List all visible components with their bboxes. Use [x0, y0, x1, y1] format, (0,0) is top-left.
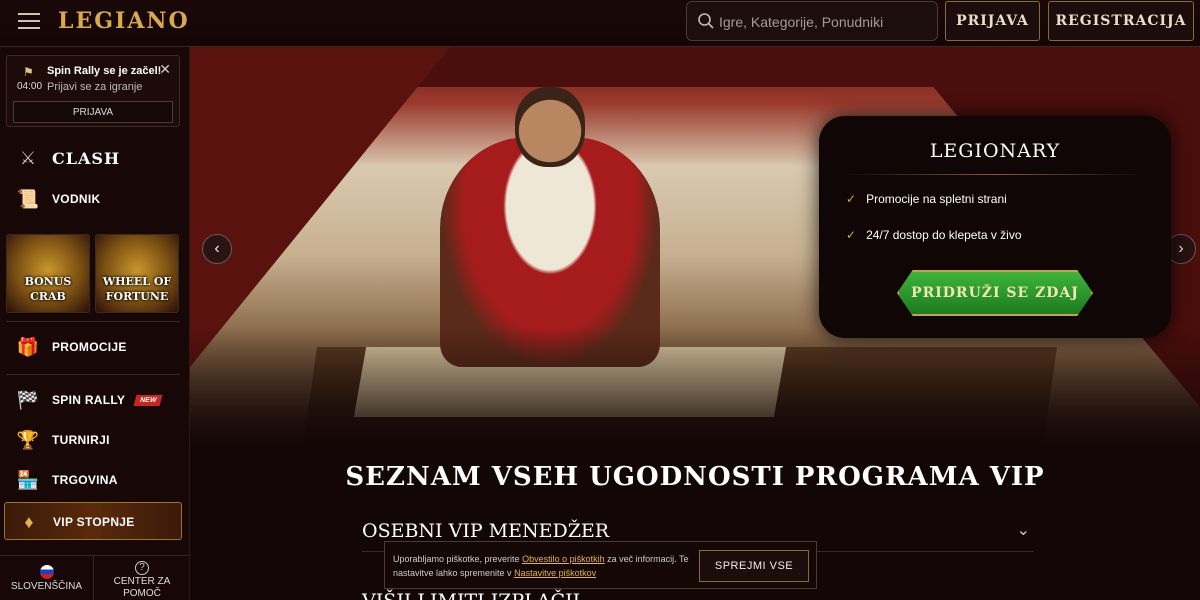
language-selector[interactable]: SLOVENŠČINA: [0, 556, 93, 600]
help-center-link[interactable]: ? CENTER ZA POMOČ: [93, 556, 190, 600]
notification-login-button[interactable]: PRIJAVA: [13, 101, 173, 123]
diamond-icon: ♦: [24, 511, 34, 532]
search-icon: [698, 13, 714, 29]
question-icon: ?: [135, 561, 149, 575]
notification-timer: 04:00: [17, 81, 43, 92]
chevron-right-icon: ›: [1178, 240, 1184, 257]
promo-feature: ✓ Promocije na spletni strani: [846, 192, 1007, 206]
top-header: LEGIANO PRIJAVA REGISTRACIJA: [0, 0, 1200, 47]
accordion-title: VIŠJI LIMITI IZPLAČIL: [362, 590, 585, 600]
sidebar: ⚑ Spin Rally se je začel! 04:00 Prijavi …: [0, 47, 190, 600]
sidebar-item-label: TURNIRJI: [52, 433, 110, 447]
check-icon: ✓: [846, 228, 857, 242]
vip-item-content: ♦ VIP STOPNJE: [15, 507, 135, 537]
cookie-notice-link[interactable]: Obvestilo o piškotkih: [522, 554, 605, 564]
join-now-button[interactable]: PRIDRUŽI SE ZDAJ: [897, 270, 1093, 316]
feature-text: Promocije na spletni strani: [866, 192, 1007, 206]
tile-wheel-of-fortune[interactable]: WHEEL OF FORTUNE: [95, 234, 179, 313]
spin-rally-notification: ⚑ Spin Rally se je začel! 04:00 Prijavi …: [6, 55, 180, 127]
sidebar-item-label: PROMOCIJE: [52, 340, 127, 354]
close-icon[interactable]: ✕: [159, 61, 171, 78]
sidebar-item-trgovina[interactable]: 🏪 TRGOVINA: [14, 465, 118, 495]
cookie-text: Uporabljamo piškotke, preverite Obvestil…: [393, 554, 689, 578]
divider: [6, 321, 180, 322]
gift-icon: 🎁: [16, 336, 40, 357]
notification-subtitle: Prijavi se za igranje: [47, 81, 143, 93]
flag-icon: ⚑: [23, 65, 34, 79]
tile-bonus-crab[interactable]: BONUS CRAB: [6, 234, 90, 313]
help-label-2: POMOČ: [123, 588, 161, 599]
checkered-flag-icon: 🏁: [16, 389, 40, 410]
slovenia-flag-icon: [39, 565, 54, 579]
promo-title: LEGIONARY: [929, 140, 1061, 162]
cookie-settings-link[interactable]: Nastavitve piškotkov: [514, 568, 596, 578]
chevron-left-icon: ‹: [214, 240, 220, 257]
site-logo[interactable]: LEGIANO: [58, 8, 190, 34]
crossed-swords-icon: ⚔: [19, 147, 37, 168]
divider: [6, 374, 180, 375]
accordion-title: OSEBNI VIP MENEDŽER: [362, 520, 610, 542]
sidebar-footer: SLOVENŠČINA ? CENTER ZA POMOČ: [0, 555, 190, 600]
login-button[interactable]: PRIJAVA: [945, 1, 1040, 41]
chevron-down-icon: ⌄: [1017, 590, 1030, 600]
sidebar-item-label: VIP STOPNJE: [53, 515, 135, 529]
sidebar-item-vodnik[interactable]: 📜 VODNIK: [14, 184, 100, 214]
tile-label: WHEEL OF FORTUNE: [102, 275, 172, 303]
cookie-banner: Uporabljamo piškotke, preverite Obvestil…: [384, 541, 817, 589]
shop-icon: 🏪: [16, 469, 40, 490]
feature-text: 24/7 dostop do klepeta v živo: [866, 228, 1022, 242]
search-input[interactable]: [719, 11, 929, 33]
tile-label: BONUS CRAB: [24, 275, 72, 303]
sidebar-item-label: TRGOVINA: [52, 473, 118, 487]
sidebar-item-promocije[interactable]: 🎁 PROMOCIJE: [14, 332, 127, 362]
search-box[interactable]: [686, 1, 938, 41]
promo-feature: ✓ 24/7 dostop do klepeta v živo: [846, 228, 1022, 242]
sidebar-item-vip-stopnje[interactable]: ♦ VIP STOPNJE: [4, 502, 182, 540]
menu-icon[interactable]: [18, 13, 40, 31]
sidebar-item-label: CLASH: [52, 148, 121, 168]
carousel-prev-button[interactable]: ‹: [202, 234, 232, 264]
chevron-down-icon: ⌄: [1016, 522, 1030, 539]
sidebar-item-label: VODNIK: [52, 192, 101, 206]
page-title: SEZNAM VSEH UGODNOSTI PROGRAMA VIP: [345, 462, 1045, 492]
sidebar-item-label: SPIN RALLY: [52, 393, 126, 407]
notification-title: Spin Rally se je začel!: [47, 65, 162, 77]
new-badge: NEW: [133, 394, 164, 406]
trophy-icon: 🏆: [16, 429, 40, 450]
help-label-1: CENTER ZA: [113, 576, 171, 587]
sidebar-item-clash[interactable]: ⚔ CLASH: [14, 143, 120, 173]
promo-card: LEGIONARY ✓ Promocije na spletni strani …: [819, 116, 1171, 338]
accept-all-button[interactable]: SPREJMI VSE: [699, 550, 809, 582]
check-icon: ✓: [846, 192, 857, 206]
sidebar-item-turnirji[interactable]: 🏆 TURNIRJI: [14, 425, 110, 455]
register-button[interactable]: REGISTRACIJA: [1048, 1, 1194, 41]
sidebar-item-spin-rally[interactable]: 🏁 SPIN RALLY NEW: [14, 385, 164, 415]
language-label: SLOVENŠČINA: [10, 581, 83, 592]
divider: [845, 174, 1145, 175]
scroll-icon: 📜: [16, 188, 40, 209]
